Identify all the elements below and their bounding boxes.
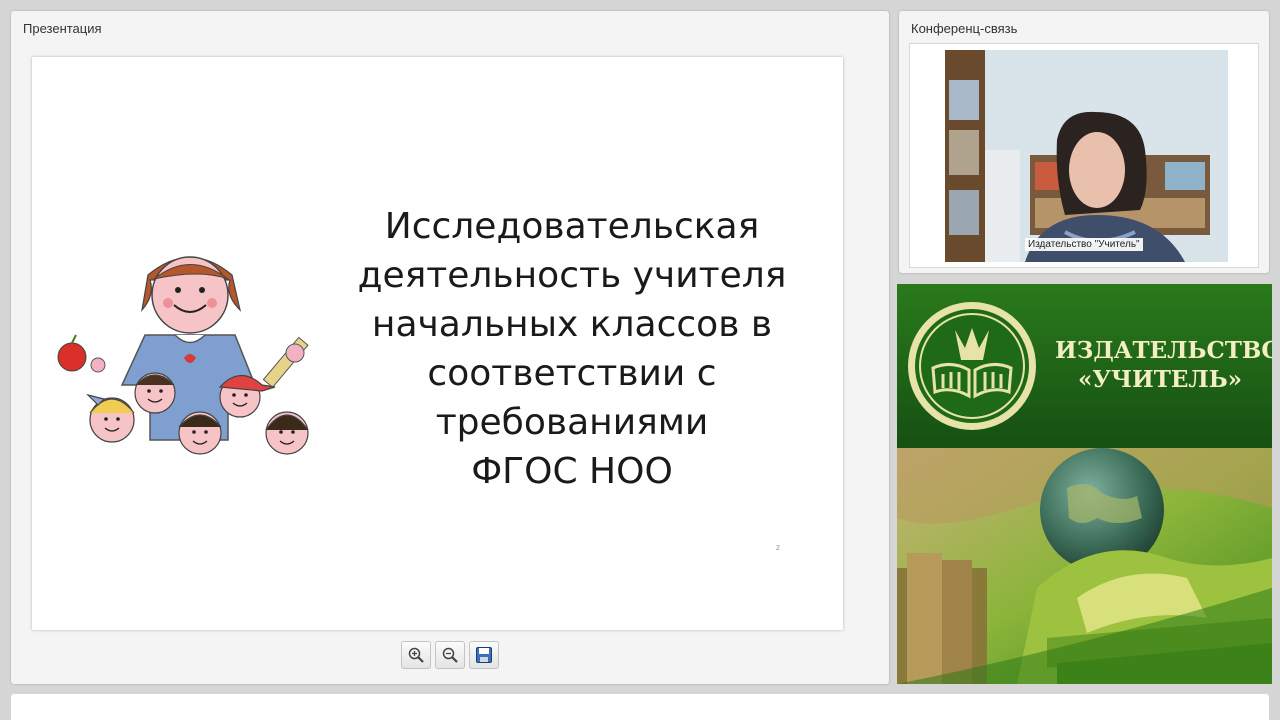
floppy-disk-icon: [476, 647, 492, 663]
books-globe-image: [897, 448, 1272, 684]
publisher-logo-icon: [908, 302, 1036, 430]
presentation-panel: Презентация Исследовательская деятельнос…: [11, 11, 889, 684]
conference-panel-title: Конференц-связь: [911, 21, 1018, 36]
conference-panel: Конференц-связь Издательство "Учитель": [899, 11, 1269, 273]
publisher-name-line1: ИЗДАТЕЛЬСТВО: [1055, 337, 1272, 364]
video-feed-image: [945, 50, 1228, 262]
publisher-banner: ИЗДАТЕЛЬСТВО «УЧИТЕЛЬ»: [897, 284, 1272, 684]
presentation-panel-title: Презентация: [23, 21, 102, 36]
slide-title: Исследовательская деятельность учителя н…: [357, 206, 787, 492]
zoom-out-button[interactable]: [435, 641, 465, 669]
publisher-name: ИЗДАТЕЛЬСТВО «УЧИТЕЛЬ»: [1055, 336, 1272, 394]
save-button[interactable]: [469, 641, 499, 669]
zoom-in-icon: [408, 647, 424, 663]
slide-page-number: 2: [776, 545, 780, 552]
participant-name-label: Издательство "Учитель": [1025, 238, 1143, 251]
banner-header: ИЗДАТЕЛЬСТВО «УЧИТЕЛЬ»: [897, 284, 1272, 448]
bottom-panel: [11, 694, 1269, 720]
video-frame: Издательство "Учитель": [909, 43, 1259, 268]
zoom-out-icon: [442, 647, 458, 663]
children-illustration: [57, 256, 309, 455]
publisher-name-line2: «УЧИТЕЛЬ»: [1077, 366, 1243, 393]
books-globe-photo: [897, 448, 1272, 684]
zoom-in-button[interactable]: [401, 641, 431, 669]
participant-video[interactable]: Издательство "Учитель": [945, 50, 1228, 262]
presentation-slide: Исследовательская деятельность учителя н…: [32, 57, 843, 630]
presentation-toolbar: [401, 641, 499, 669]
